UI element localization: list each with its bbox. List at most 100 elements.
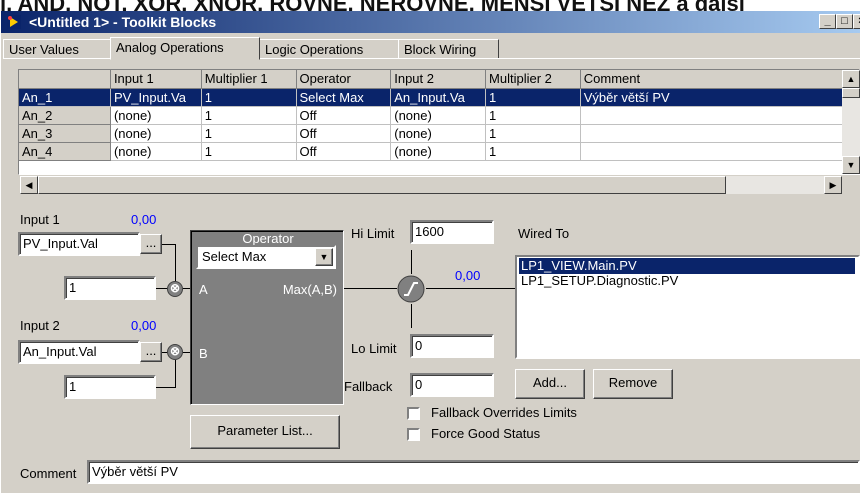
table-cell[interactable]: 1: [485, 124, 581, 143]
table-cell[interactable]: Off: [296, 124, 392, 143]
table-cell[interactable]: Off: [296, 106, 392, 125]
maximize-button[interactable]: □: [836, 14, 853, 29]
grid-horizontal-scrollbar[interactable]: ◀ ▶: [20, 176, 842, 194]
operations-grid: Input 1 Multiplier 1 Operator Input 2 Mu…: [18, 69, 860, 175]
lo-limit-label: Lo Limit: [351, 341, 397, 356]
table-cell[interactable]: (none): [390, 124, 487, 143]
input1-multiplier-field[interactable]: 1: [64, 276, 156, 300]
tab-analog-operations[interactable]: Analog Operations: [110, 37, 260, 60]
table-cell[interactable]: (none): [110, 124, 202, 143]
table-cell[interactable]: [580, 106, 859, 125]
wire: [175, 244, 176, 282]
table-cell[interactable]: (none): [390, 106, 487, 125]
fallback-label: Fallback: [344, 379, 393, 394]
table-cell[interactable]: Off: [296, 142, 392, 161]
port-a-label: A: [199, 282, 208, 297]
chevron-down-icon[interactable]: ▼: [315, 248, 333, 266]
table-row[interactable]: An_1 PV_Input.Va 1 Select Max An_Input.V…: [19, 88, 859, 107]
hi-limit-field[interactable]: 1600: [410, 220, 494, 244]
table-cell[interactable]: 1: [485, 88, 581, 107]
scroll-left-icon[interactable]: ◀: [20, 176, 38, 194]
wire: [156, 387, 176, 388]
table-row[interactable]: An_4 (none) 1 Off (none) 1: [19, 142, 859, 161]
scroll-thumb[interactable]: [842, 88, 860, 98]
operator-select[interactable]: Select Max ▼: [196, 245, 336, 269]
minimize-button[interactable]: _: [819, 14, 836, 29]
scroll-down-icon[interactable]: ▼: [842, 156, 860, 174]
input1-value: 0,00: [131, 212, 157, 227]
wire: [411, 250, 412, 274]
fallback-field[interactable]: 0: [410, 373, 494, 397]
col-header[interactable]: Operator: [296, 70, 392, 89]
scroll-right-icon[interactable]: ▶: [824, 176, 842, 194]
tab-block-wiring[interactable]: Block Wiring: [398, 39, 499, 59]
parameter-list-button[interactable]: Parameter List...: [190, 415, 340, 449]
row-id[interactable]: An_3: [19, 124, 111, 143]
operator-label: Operator: [242, 231, 294, 246]
title-bar[interactable]: <Untitled 1> - Toolkit Blocks _ □ ×: [1, 11, 860, 33]
col-header[interactable]: Input 1: [110, 70, 202, 89]
lo-limit-field[interactable]: 0: [410, 334, 494, 358]
table-cell[interactable]: (none): [390, 142, 487, 161]
hi-limit-label: Hi Limit: [351, 226, 395, 241]
input2-browse-button[interactable]: ...: [140, 342, 162, 362]
operator-function-label: Max(A,B): [282, 282, 337, 297]
table-row[interactable]: An_3 (none) 1 Off (none) 1: [19, 124, 859, 143]
table-cell[interactable]: 1: [485, 106, 581, 125]
comment-label: Comment: [20, 466, 77, 481]
table-cell[interactable]: Select Max: [296, 88, 392, 107]
table-cell[interactable]: 1: [201, 124, 297, 143]
table-cell[interactable]: (none): [110, 106, 202, 125]
background-caption: í, AND, NOT, XOR, XNOR, ROVNÉ, NEROVNÉ, …: [0, 0, 860, 11]
input1-browse-button[interactable]: ...: [140, 234, 162, 254]
table-row[interactable]: An_2 (none) 1 Off (none) 1: [19, 106, 859, 125]
operations-table: Input 1 Multiplier 1 Operator Input 2 Mu…: [19, 70, 859, 161]
input1-label: Input 1: [20, 212, 60, 227]
close-button[interactable]: ×: [853, 14, 860, 29]
table-cell[interactable]: 1: [201, 106, 297, 125]
comment-field[interactable]: Výběr větší PV: [87, 460, 860, 484]
port-b-label: B: [199, 346, 208, 361]
grid-corner: [19, 70, 111, 89]
col-header[interactable]: Comment: [580, 70, 859, 89]
list-item[interactable]: LP1_SETUP.Diagnostic.PV: [519, 273, 678, 289]
row-id[interactable]: An_1: [19, 88, 111, 107]
table-cell[interactable]: An_Input.Va: [390, 88, 487, 107]
grid-vertical-scrollbar[interactable]: ▲ ▼: [842, 70, 860, 174]
wire: [175, 360, 176, 387]
operator-block: Operator Select Max ▼ A Max(A,B) B: [190, 230, 344, 405]
table-cell[interactable]: [580, 142, 859, 161]
col-header[interactable]: Multiplier 2: [485, 70, 581, 89]
col-header[interactable]: Input 2: [390, 70, 487, 89]
input2-value: 0,00: [131, 318, 157, 333]
scroll-thumb[interactable]: [38, 176, 726, 194]
col-header[interactable]: Multiplier 1: [201, 70, 297, 89]
multiply-icon: ⊗: [167, 344, 183, 360]
wired-to-list[interactable]: LP1_VIEW.Main.PV LP1_SETUP.Diagnostic.PV: [515, 255, 860, 359]
fallback-overrides-checkbox[interactable]: [407, 407, 420, 420]
force-good-status-checkbox[interactable]: [407, 428, 420, 441]
force-good-status-label[interactable]: Force Good Status: [431, 426, 540, 441]
table-cell[interactable]: 1: [485, 142, 581, 161]
add-button[interactable]: Add...: [515, 369, 585, 399]
fallback-overrides-label[interactable]: Fallback Overrides Limits: [431, 405, 577, 420]
app-icon: [7, 15, 21, 29]
row-id[interactable]: An_4: [19, 142, 111, 161]
scroll-up-icon[interactable]: ▲: [842, 70, 860, 88]
tab-user-values[interactable]: User Values: [3, 39, 111, 59]
table-cell[interactable]: Výběr větší PV: [580, 88, 859, 107]
table-cell[interactable]: 1: [201, 142, 297, 161]
row-id[interactable]: An_2: [19, 106, 111, 125]
grid-header-row: Input 1 Multiplier 1 Operator Input 2 Mu…: [19, 70, 859, 89]
remove-button[interactable]: Remove: [593, 369, 673, 399]
input2-multiplier-field[interactable]: 1: [64, 375, 156, 399]
list-item[interactable]: LP1_VIEW.Main.PV: [518, 257, 856, 275]
table-cell[interactable]: PV_Input.Va: [110, 88, 202, 107]
table-cell[interactable]: [580, 124, 859, 143]
window-title: <Untitled 1> - Toolkit Blocks: [29, 14, 217, 30]
tab-logic-operations[interactable]: Logic Operations: [259, 39, 399, 59]
input2-source-field[interactable]: An_Input.Val: [18, 340, 140, 364]
input1-source-field[interactable]: PV_Input.Val: [18, 232, 140, 256]
table-cell[interactable]: (none): [110, 142, 202, 161]
table-cell[interactable]: 1: [201, 88, 297, 107]
